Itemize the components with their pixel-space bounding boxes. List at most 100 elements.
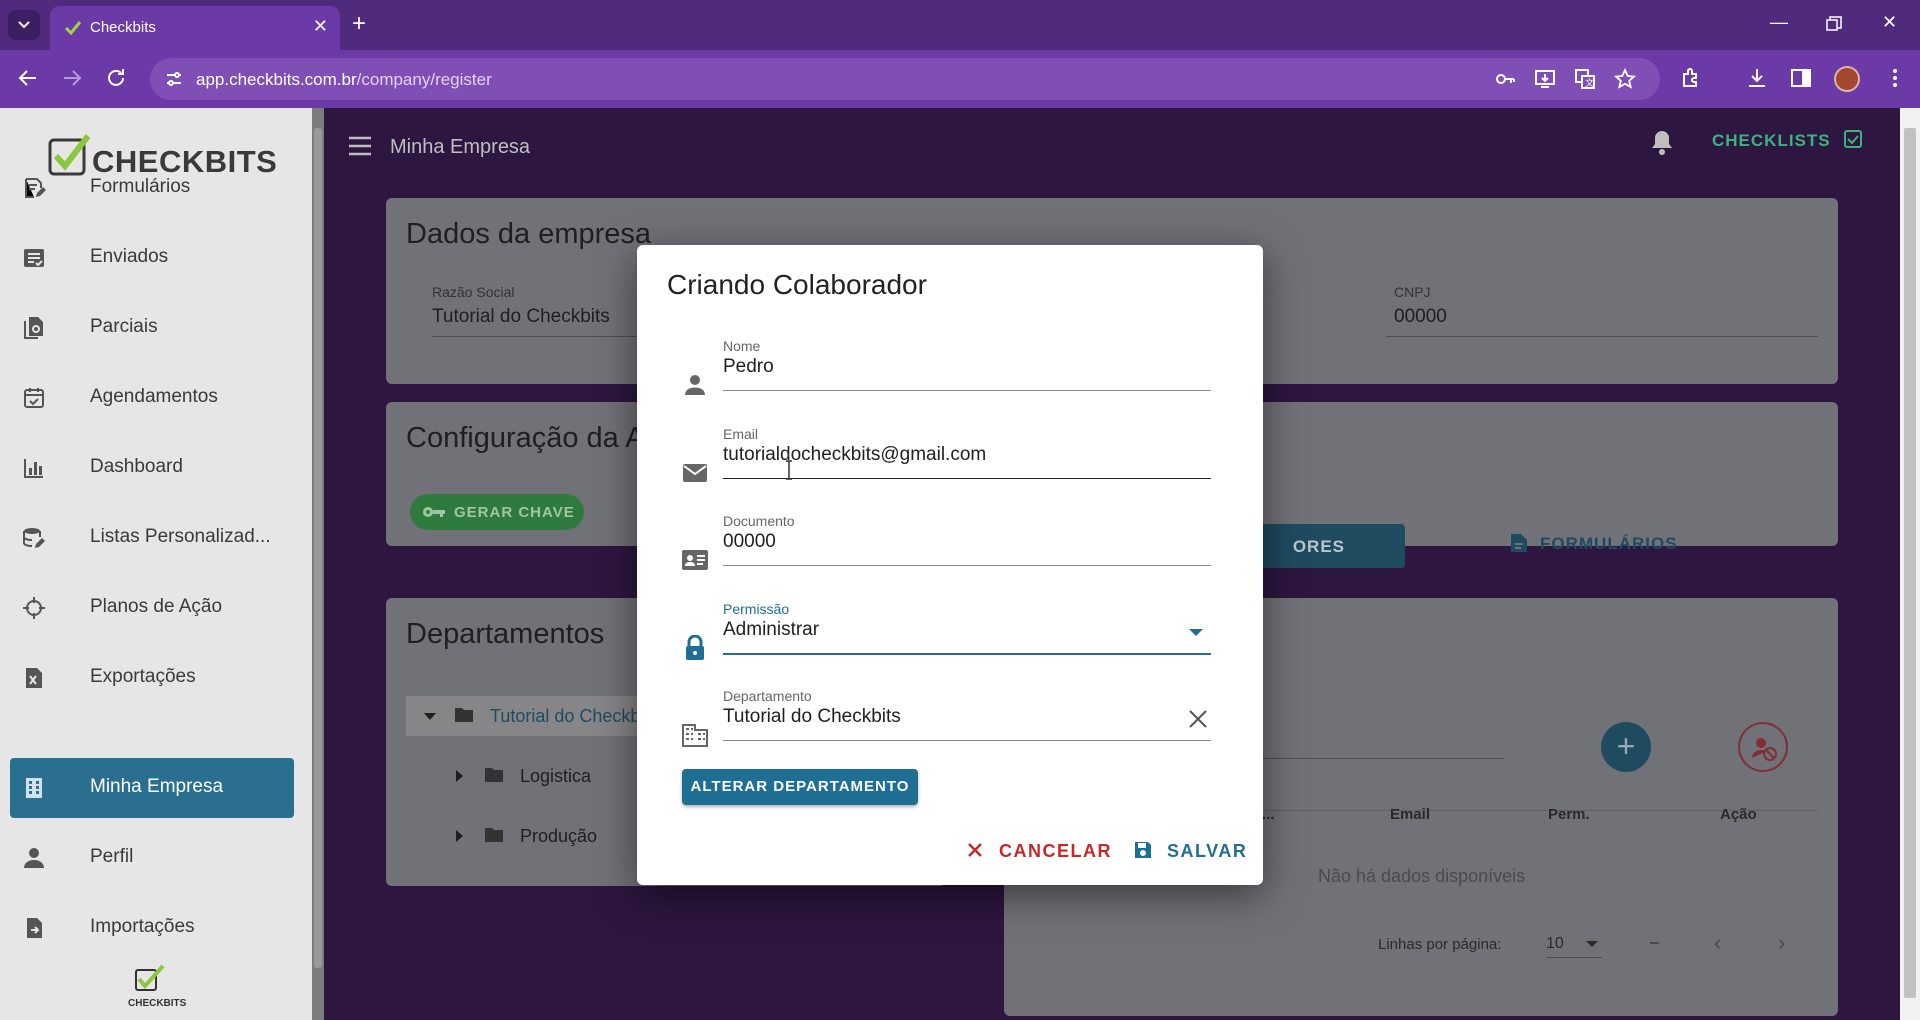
id-card-icon: [682, 550, 708, 570]
back-arrow-icon[interactable]: [16, 66, 40, 90]
rows-per-page-select[interactable]: 10: [1546, 930, 1602, 958]
next-page-icon[interactable]: ›: [1778, 930, 1785, 956]
razao-social-field[interactable]: Tutorial do Checkbits: [432, 306, 610, 328]
site-settings-icon[interactable]: [164, 69, 184, 89]
sidebar-scrollbar[interactable]: [312, 108, 324, 1020]
sidebar-item-label: Dashboard: [90, 456, 183, 477]
more-vert-icon[interactable]: [1884, 67, 1906, 89]
pagination-range: –: [1650, 934, 1659, 951]
permissao-select[interactable]: Permissão Administrar: [681, 601, 1211, 673]
file-import-icon: [27, 918, 42, 938]
minimize-icon[interactable]: —: [1770, 12, 1788, 33]
tab-formularios[interactable]: FORMULÁRIOS: [1511, 534, 1678, 554]
translate-icon[interactable]: 文: [1574, 68, 1596, 90]
column-header-name-fragment[interactable]: ...: [1262, 806, 1275, 823]
sidebar-item-label: Enviados: [90, 246, 169, 267]
close-icon: [968, 843, 982, 857]
email-field[interactable]: Email tutorialdocheckbits@gmail.com: [681, 426, 1211, 498]
menu-hamburger-icon[interactable]: [348, 136, 372, 156]
remove-collaborator-button[interactable]: [1738, 722, 1788, 772]
column-header-acao: Ação: [1720, 806, 1757, 823]
download-icon[interactable]: [1746, 67, 1768, 89]
person-icon: [24, 848, 44, 868]
documento-label: Documento: [723, 513, 795, 529]
documento-field[interactable]: Documento 00000: [681, 513, 1211, 585]
sidebar-item-minha-empresa[interactable]: Minha Empresa: [10, 758, 294, 818]
sidebar-item-dashboard[interactable]: Dashboard: [10, 438, 294, 498]
tree-item-label: Tutorial do Checkb: [490, 706, 641, 726]
main-scroll-thumb[interactable]: [1904, 128, 1916, 998]
reload-icon[interactable]: [104, 66, 128, 90]
documento-input[interactable]: 00000: [723, 531, 776, 553]
dropdown-caret-icon[interactable]: [1189, 629, 1203, 636]
lock-icon: [686, 635, 704, 660]
document-icon: [1511, 534, 1527, 552]
permissao-value[interactable]: Administrar: [723, 619, 819, 641]
gerar-chave-button[interactable]: GERAR CHAVE: [410, 494, 584, 530]
collapsed-arrow-icon[interactable]: [456, 770, 463, 782]
floppy-disk-icon: [1135, 842, 1151, 858]
sidebar-item-perfil[interactable]: Perfil: [10, 828, 294, 888]
departments-card-title: Departamentos: [406, 618, 605, 650]
tab-close-icon[interactable]: ✕: [313, 16, 328, 37]
permissao-underline: [723, 653, 1211, 655]
sidebar-item-label: Agendamentos: [90, 386, 218, 407]
sidebar-item-planos[interactable]: Planos de Ação: [10, 578, 294, 638]
departamento-field[interactable]: Departamento Tutorial do Checkbits: [681, 688, 1211, 760]
alterar-departamento-button[interactable]: ALTERAR DEPARTAMENTO: [682, 769, 918, 805]
cnpj-field[interactable]: 00000: [1394, 306, 1447, 328]
svg-text:文: 文: [1585, 77, 1594, 89]
sidebar-item-parciais[interactable]: Parciais: [10, 298, 294, 358]
column-header-perm[interactable]: Perm.: [1548, 806, 1590, 823]
address-bar[interactable]: app.checkbits.com.br/company/register 文: [150, 58, 1660, 100]
restore-icon[interactable]: [1826, 16, 1842, 32]
sidebar-item-label: Formulários: [90, 176, 191, 197]
departamento-label: Departamento: [723, 688, 812, 704]
tab-colaboradores-label: ORES: [1292, 537, 1345, 556]
bookmark-star-icon[interactable]: [1614, 68, 1636, 90]
install-app-icon[interactable]: [1534, 68, 1556, 90]
sidebar-item-agendamentos[interactable]: Agendamentos: [10, 368, 294, 428]
add-collaborator-button[interactable]: +: [1601, 722, 1651, 772]
checkbox-check-icon: [1844, 130, 1863, 148]
sidebar-item-importacoes[interactable]: Importações: [10, 898, 294, 958]
profile-avatar[interactable]: [1834, 66, 1860, 92]
main-scrollbar[interactable]: [1900, 108, 1920, 1020]
sidebar-item-formularios[interactable]: Formulários: [10, 158, 294, 218]
sidebar-item-listas[interactable]: Listas Personalizad...: [10, 508, 294, 568]
calendar-check-icon: [24, 388, 44, 408]
sidebar-item-exportacoes[interactable]: Exportações: [10, 648, 294, 708]
prev-page-icon[interactable]: ‹: [1714, 930, 1721, 956]
side-panel-icon[interactable]: [1790, 67, 1812, 89]
footer-logo: CHECKBITS: [128, 964, 186, 1009]
tab-search-dropdown[interactable]: [8, 10, 40, 40]
browser-tab-bar: Checkbits ✕ + — ✕: [0, 0, 1920, 50]
collapsed-arrow-icon[interactable]: [456, 830, 463, 842]
rows-per-page-label: Linhas por página:: [1378, 936, 1502, 953]
bell-icon[interactable]: [1648, 128, 1676, 156]
nome-field[interactable]: Nome Pedro: [681, 338, 1211, 410]
person-icon: [685, 375, 705, 395]
browser-toolbar: app.checkbits.com.br/company/register 文: [0, 50, 1920, 108]
nome-label: Nome: [723, 338, 761, 354]
clear-icon[interactable]: [1187, 708, 1209, 730]
departamento-value: Tutorial do Checkbits: [723, 706, 901, 727]
nome-input[interactable]: Pedro: [723, 356, 774, 378]
password-key-icon[interactable]: [1494, 68, 1516, 90]
extensions-puzzle-icon[interactable]: [1680, 67, 1702, 89]
sidebar-item-label: Planos de Ação: [90, 596, 223, 617]
sidebar-item-enviados[interactable]: Enviados: [10, 228, 294, 288]
close-window-icon[interactable]: ✕: [1882, 12, 1897, 33]
sidebar-item-label: Minha Empresa: [90, 776, 224, 797]
forward-arrow-icon[interactable]: [60, 66, 84, 90]
save-label: SALVAR: [1167, 841, 1248, 861]
table-empty-message: Não há dados disponíveis: [1318, 866, 1526, 886]
new-tab-button[interactable]: +: [352, 10, 366, 38]
expand-arrow-icon[interactable]: [424, 713, 436, 720]
sidebar-scroll-thumb[interactable]: [314, 128, 322, 968]
nome-underline: [723, 390, 1211, 391]
checklists-button[interactable]: CHECKLISTS: [1712, 130, 1863, 151]
email-input[interactable]: tutorialdocheckbits@gmail.com: [723, 444, 986, 466]
browser-tab-active[interactable]: Checkbits ✕: [50, 6, 340, 50]
column-header-email[interactable]: Email: [1390, 806, 1430, 823]
